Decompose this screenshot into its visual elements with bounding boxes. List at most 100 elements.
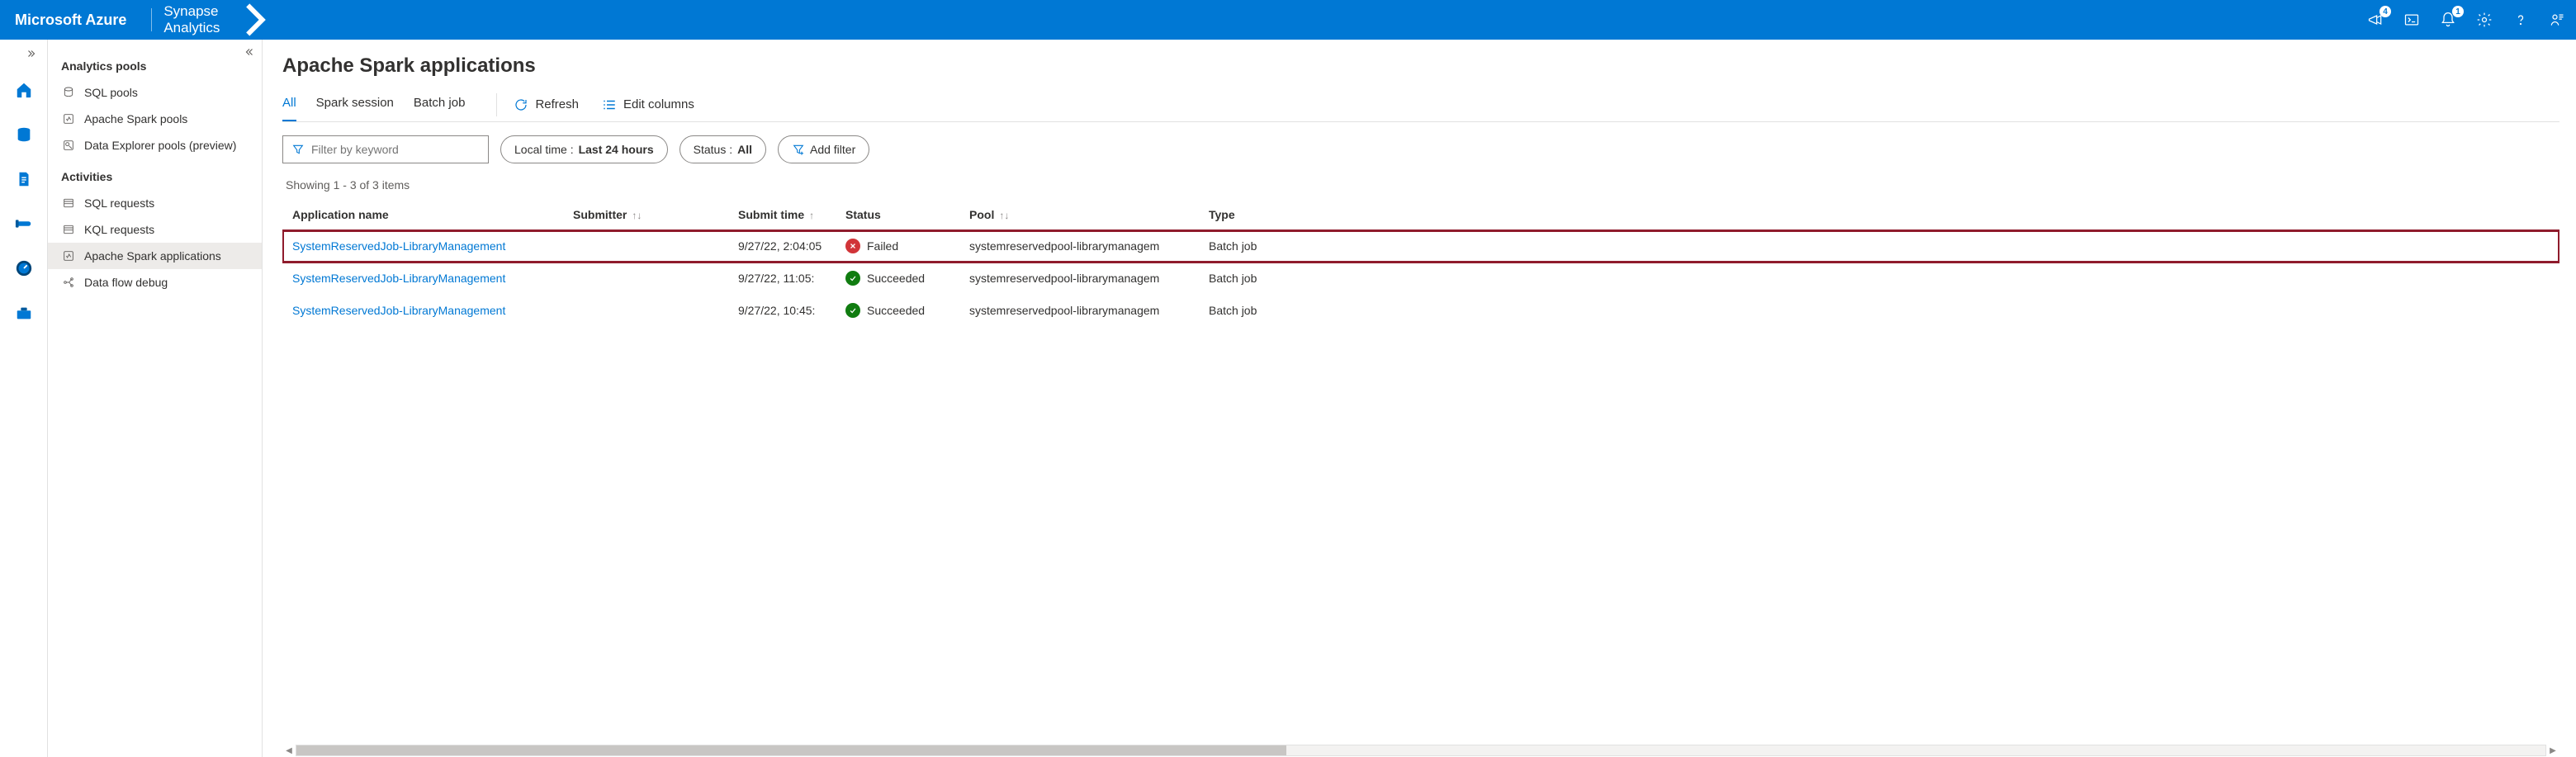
rail-data[interactable] xyxy=(10,121,38,149)
rail-manage[interactable] xyxy=(10,299,38,327)
cloud-shell-button[interactable] xyxy=(2403,11,2421,29)
sort-icon: ↑↓ xyxy=(632,210,642,221)
horizontal-scrollbar[interactable]: ◀ ▶ xyxy=(282,744,2559,757)
azure-header: Microsoft Azure Synapse Analytics 4 1 xyxy=(0,0,2576,40)
data-explorer-icon xyxy=(61,138,76,153)
document-icon xyxy=(15,170,33,188)
nav-item-label: Apache Spark pools xyxy=(84,112,187,125)
status-filter-value: All xyxy=(737,143,752,156)
col-app-name[interactable]: Application name xyxy=(282,200,563,230)
refresh-icon xyxy=(514,97,528,112)
tabs: All Spark session Batch job xyxy=(282,88,481,121)
status-text: Succeeded xyxy=(867,272,925,285)
status-filter-pill[interactable]: Status : All xyxy=(680,135,766,163)
submit-time-cell: 9/27/22, 2:04:05 xyxy=(728,230,836,263)
table-row[interactable]: SystemReservedJob-LibraryManagement 9/27/… xyxy=(282,230,2559,263)
submitter-cell xyxy=(563,263,728,295)
type-cell: Batch job xyxy=(1199,230,2559,263)
applications-table: Application name Submitter↑↓ Submit time… xyxy=(282,200,2559,326)
nav-spark-applications[interactable]: Apache Spark applications xyxy=(48,243,262,269)
add-filter-icon xyxy=(792,143,805,156)
spark-apps-icon xyxy=(61,248,76,263)
time-filter-prefix: Local time : xyxy=(514,143,574,156)
feedback-icon xyxy=(2549,12,2565,28)
scroll-track[interactable] xyxy=(296,745,2546,756)
nav-data-flow-debug[interactable]: Data flow debug xyxy=(48,269,262,296)
nav-spark-pools[interactable]: Apache Spark pools xyxy=(48,106,262,132)
col-submitter[interactable]: Submitter↑↓ xyxy=(563,200,728,230)
app-name-link[interactable]: SystemReservedJob-LibraryManagement xyxy=(292,304,505,317)
refresh-button[interactable]: Refresh xyxy=(512,94,580,116)
sort-icon: ↑ xyxy=(809,210,814,221)
keyword-filter[interactable] xyxy=(282,135,489,163)
announcements-button[interactable]: 4 xyxy=(2366,11,2384,29)
toolbar-separator xyxy=(496,93,497,116)
spark-pools-icon xyxy=(61,111,76,126)
pool-cell: systemreservedpool-librarymanagem xyxy=(959,295,1199,327)
keyword-filter-input[interactable] xyxy=(311,143,480,156)
edit-columns-button[interactable]: Edit columns xyxy=(600,94,696,116)
dataflow-debug-icon xyxy=(61,275,76,290)
tab-spark-session[interactable]: Spark session xyxy=(316,88,394,121)
add-filter-button[interactable]: Add filter xyxy=(778,135,869,163)
filter-row: Local time : Last 24 hours Status : All … xyxy=(282,135,2559,163)
rail-monitor[interactable] xyxy=(10,254,38,282)
status-cell: Succeeded xyxy=(836,263,959,295)
help-button[interactable] xyxy=(2512,11,2530,29)
rail-home[interactable] xyxy=(10,76,38,104)
nav-item-label: SQL pools xyxy=(84,86,138,99)
nav-item-label: SQL requests xyxy=(84,196,154,210)
scroll-right-arrow[interactable]: ▶ xyxy=(2546,744,2559,757)
type-cell: Batch job xyxy=(1199,295,2559,327)
sql-pools-icon xyxy=(61,85,76,100)
nav-item-label: Data Explorer pools (preview) xyxy=(84,139,236,152)
rail-expand-button[interactable] xyxy=(0,48,47,59)
brand-label[interactable]: Microsoft Azure xyxy=(15,12,140,29)
nav-item-label: Apache Spark applications xyxy=(84,249,221,263)
pool-cell: systemreservedpool-librarymanagem xyxy=(959,230,1199,263)
double-chevron-left-icon xyxy=(244,46,255,58)
nav-section-label: Activities xyxy=(48,158,262,190)
feedback-button[interactable] xyxy=(2548,11,2566,29)
nav-item-label: KQL requests xyxy=(84,223,154,236)
rail-develop[interactable] xyxy=(10,165,38,193)
notifications-badge: 1 xyxy=(2452,6,2464,17)
double-chevron-right-icon xyxy=(26,48,37,59)
scroll-thumb[interactable] xyxy=(296,745,1286,755)
submitter-cell xyxy=(563,295,728,327)
submit-time-cell: 9/27/22, 10:45: xyxy=(728,295,836,327)
refresh-label: Refresh xyxy=(535,97,579,111)
sort-icon: ↑↓ xyxy=(999,210,1009,221)
help-icon xyxy=(2512,12,2529,28)
nav-sql-pools[interactable]: SQL pools xyxy=(48,79,262,106)
result-count: Showing 1 - 3 of 3 items xyxy=(286,178,2556,192)
col-pool[interactable]: Pool↑↓ xyxy=(959,200,1199,230)
pool-cell: systemreservedpool-librarymanagem xyxy=(959,263,1199,295)
applications-table-wrap: Application name Submitter↑↓ Submit time… xyxy=(282,200,2559,740)
time-filter-pill[interactable]: Local time : Last 24 hours xyxy=(500,135,668,163)
notifications-button[interactable]: 1 xyxy=(2439,11,2457,29)
columns-icon xyxy=(602,97,617,112)
tab-all[interactable]: All xyxy=(282,88,296,121)
sql-requests-icon xyxy=(61,196,76,211)
kql-requests-icon xyxy=(61,222,76,237)
status-filter-prefix: Status : xyxy=(694,143,732,156)
scroll-left-arrow[interactable]: ◀ xyxy=(282,744,296,757)
table-row[interactable]: SystemReservedJob-LibraryManagement9/27/… xyxy=(282,263,2559,295)
nav-sql-requests[interactable]: SQL requests xyxy=(48,190,262,216)
tab-batch-job[interactable]: Batch job xyxy=(414,88,466,121)
col-submit-time[interactable]: Submit time↑ xyxy=(728,200,836,230)
rail-integrate[interactable] xyxy=(10,210,38,238)
col-status[interactable]: Status xyxy=(836,200,959,230)
side-nav-collapse-button[interactable] xyxy=(244,46,255,62)
nav-data-explorer-pools[interactable]: Data Explorer pools (preview) xyxy=(48,132,262,158)
table-row[interactable]: SystemReservedJob-LibraryManagement 9/27/… xyxy=(282,295,2559,327)
pipeline-icon xyxy=(15,215,33,233)
settings-button[interactable] xyxy=(2475,11,2493,29)
nav-item-label: Data flow debug xyxy=(84,276,168,289)
app-name-link[interactable]: SystemReservedJob-LibraryManagement xyxy=(292,272,505,285)
col-type[interactable]: Type xyxy=(1199,200,2559,230)
status-cell: Failed xyxy=(836,230,959,263)
nav-kql-requests[interactable]: KQL requests xyxy=(48,216,262,243)
app-name-link[interactable]: SystemReservedJob-LibraryManagement xyxy=(292,239,505,253)
